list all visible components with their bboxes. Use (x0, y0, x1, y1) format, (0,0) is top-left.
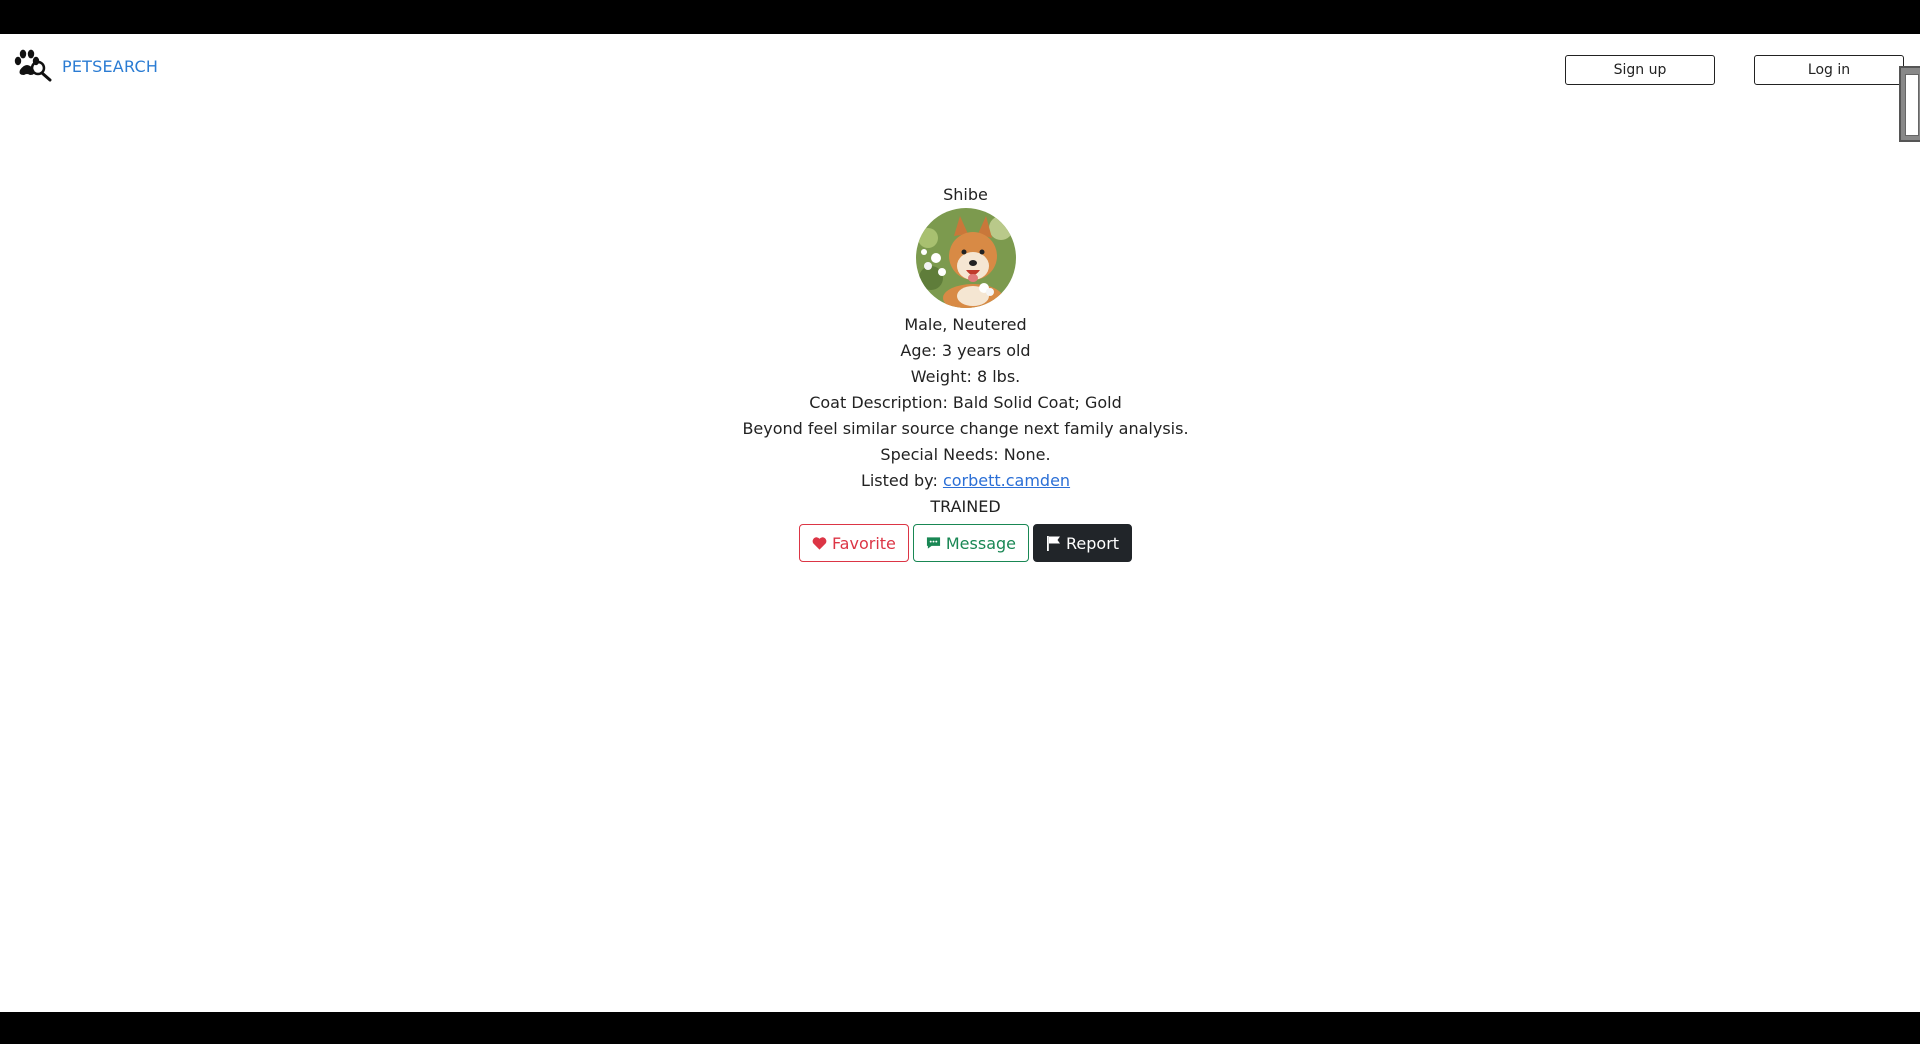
side-feedback-tab[interactable] (1899, 66, 1920, 142)
listed-by-label: Listed by: (860, 471, 943, 490)
bottom-black-bar (0, 1012, 1920, 1044)
listed-by: Listed by: corbett.camden (861, 468, 1070, 494)
top-black-bar (0, 0, 1920, 32)
pet-profile: Shibe Male, Neutered Age: 3 years old We… (0, 184, 1920, 562)
shiba-photo (915, 208, 1016, 308)
pet-description: Beyond feel similar source change next f… (742, 419, 1189, 438)
brand-name[interactable]: PETSEARCH (62, 57, 158, 76)
pet-actions: Favorite Message Report (798, 524, 1133, 562)
brand-link[interactable]: PETSEARCH (12, 48, 158, 84)
pet-weight: Weight: 8 lbs. (910, 367, 1021, 386)
report-button[interactable]: Report (1033, 524, 1133, 562)
chat-icon (926, 537, 940, 549)
message-button[interactable]: Message (912, 524, 1029, 562)
report-label: Report (1066, 533, 1120, 553)
pet-avatar (915, 208, 1016, 308)
pet-status: TRAINED (930, 497, 1001, 516)
pet-special-needs: Special Needs: None. (880, 445, 1051, 464)
pet-age: Age: 3 years old (900, 341, 1031, 360)
favorite-label: Favorite (831, 533, 896, 553)
pet-coat: Coat Description: Bald Solid Coat; Gold (809, 393, 1122, 412)
favorite-button[interactable]: Favorite (798, 524, 909, 562)
page: PETSEARCH Sign up Log in Shibe Male, Neu… (0, 34, 1920, 1012)
pet-name: Shibe (943, 185, 988, 204)
heart-icon (812, 537, 827, 550)
pet-sex: Male, Neutered (904, 315, 1027, 334)
lister-profile-link[interactable]: corbett.camden (943, 471, 1070, 490)
paw-search-icon (14, 49, 52, 82)
login-button[interactable]: Log in (1754, 55, 1904, 85)
side-tab-inner (1905, 74, 1919, 136)
flag-icon (1047, 536, 1060, 551)
message-label: Message (945, 533, 1016, 553)
signup-button[interactable]: Sign up (1565, 55, 1715, 85)
